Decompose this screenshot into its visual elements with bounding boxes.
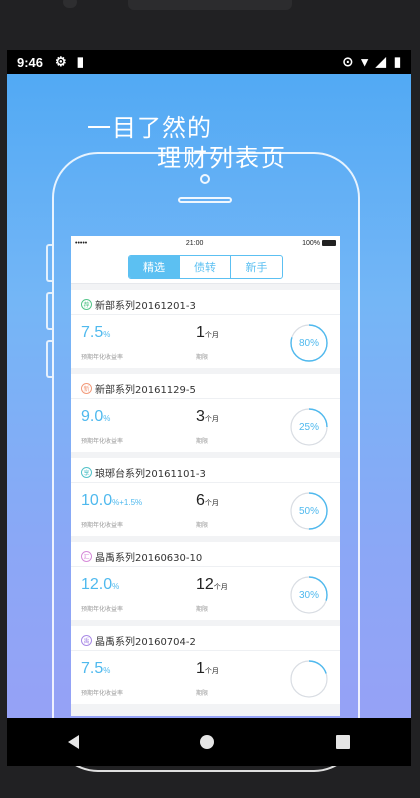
segmented-control: 精选 债转 新手 <box>128 254 283 279</box>
sd-card-icon: ▮ <box>76 54 84 69</box>
rate-unit: % <box>112 582 120 591</box>
term-unit: 个月 <box>204 416 219 423</box>
product-card[interactable]: 荐新部系列20161201-3 7.5% 预期年化收益率 1个月期限 80% <box>71 290 340 368</box>
location-icon: ⊙ <box>342 54 354 69</box>
product-term: 6个月 <box>196 492 219 509</box>
rate-unit: %+1.5% <box>112 498 143 507</box>
product-tag-icon: 新 <box>81 383 92 394</box>
divider <box>71 314 340 315</box>
term-unit: 个月 <box>204 332 219 339</box>
battery-icon <box>321 239 336 246</box>
term-label: 期限 <box>196 606 209 613</box>
product-list: 荐新部系列20161201-3 7.5% 预期年化收益率 1个月 期限 80% 新新部系列2… <box>71 290 340 704</box>
phone-side-button <box>46 244 52 282</box>
product-tag-icon: 荐 <box>81 299 92 310</box>
rate-unit: % <box>103 414 111 423</box>
progress-text: 50% <box>298 505 319 517</box>
rate-unit: % <box>103 666 111 675</box>
back-icon[interactable] <box>67 735 79 749</box>
phone-side-button <box>46 340 52 378</box>
product-title: 汇晶禹系列20160630-10 <box>81 549 202 564</box>
product-name: 琅琊台系列20161101-3 <box>95 469 206 480</box>
phone-side-button <box>46 292 52 330</box>
product-name: 新部系列20161201-3 <box>95 301 196 312</box>
product-rate: 7.5% <box>81 660 111 677</box>
product-title: 荐新部系列20161201-3 <box>81 297 196 312</box>
inner-status-bar: ••••• 21:00 100% <box>71 236 340 250</box>
product-title: 享琅琊台系列20161101-3 <box>81 465 206 480</box>
rate-unit: % <box>103 330 111 339</box>
product-card[interactable]: 享琅琊台系列20161101-3 10.0%+1.5% 预期年化收益率 6个月期限 50… <box>71 458 340 536</box>
product-tag-icon: 享 <box>81 467 92 478</box>
status-bar: 9:46 ⚙ ▮ ⊙ ▾ ◢ ▮ <box>7 50 411 74</box>
signal-icon: ◢ <box>375 54 386 69</box>
product-term: 12个月 <box>196 576 228 593</box>
progress-text: 25% <box>298 421 319 433</box>
product-tag-icon: 禹 <box>81 635 92 646</box>
tab-1[interactable]: 债转 <box>180 255 231 278</box>
product-title: 禹晶禹系列20160704-2 <box>81 633 196 648</box>
divider <box>71 650 340 651</box>
wifi-icon: ▾ <box>361 54 368 69</box>
earpiece <box>128 0 292 10</box>
inner-time: 21:00 <box>185 239 204 247</box>
home-icon[interactable] <box>200 735 215 749</box>
product-term: 1个月 <box>196 324 219 341</box>
product-name: 晶禹系列20160630-10 <box>95 553 203 564</box>
product-tag-icon: 汇 <box>81 551 92 562</box>
rate-label: 预期年化收益率 <box>81 354 124 361</box>
battery-icon: ▮ <box>393 54 401 69</box>
progress-text: 30% <box>298 589 319 601</box>
phone-camera-icon <box>200 174 210 184</box>
progress-text: 80% <box>298 337 319 349</box>
product-rate: 10.0%+1.5% <box>81 492 143 509</box>
divider <box>71 398 340 399</box>
product-term: 3个月 <box>196 408 219 425</box>
rate-label: 预期年化收益率 <box>81 522 124 529</box>
status-time: 9:46 <box>17 54 44 70</box>
term-label: 期限 <box>196 690 209 697</box>
tab-0[interactable]: 精选 <box>129 255 180 278</box>
product-term: 1个月 <box>196 660 219 677</box>
rate-label: 预期年化收益率 <box>81 690 124 697</box>
term-label: 期限 <box>196 354 209 361</box>
android-nav-bar <box>7 718 411 766</box>
phone-speaker-icon <box>178 197 232 203</box>
device-frame: 9:46 ⚙ ▮ ⊙ ▾ ◢ ▮ 一目了然的 理财列表页 ••••• 21:00… <box>0 0 420 798</box>
front-camera <box>63 0 77 8</box>
product-name: 晶禹系列20160704-2 <box>95 637 196 648</box>
inner-app-screen: ••••• 21:00 100% 精选 债转 新手 荐新部系列20161201-3 7… <box>71 236 340 716</box>
divider <box>71 566 340 567</box>
term-unit: 个月 <box>213 584 228 591</box>
rate-label: 预期年化收益率 <box>81 438 124 445</box>
product-title: 新新部系列20161129-5 <box>81 381 196 396</box>
product-rate: 7.5% <box>81 324 111 341</box>
term-label: 期限 <box>196 522 209 529</box>
term-unit: 个月 <box>204 668 219 675</box>
product-name: 新部系列20161129-5 <box>95 385 196 396</box>
progress-text <box>289 659 329 699</box>
product-rate: 12.0% <box>81 576 120 593</box>
divider <box>71 482 340 483</box>
inner-battery: 100% <box>302 240 336 247</box>
tab-bar: 精选 债转 新手 <box>71 250 340 284</box>
tab-2[interactable]: 新手 <box>231 256 282 278</box>
product-card[interactable]: 新新部系列20161129-5 9.0% 预期年化收益率 3个月期限 25% <box>71 374 340 452</box>
term-label: 期限 <box>196 438 209 445</box>
product-rate: 9.0% <box>81 408 111 425</box>
product-card[interactable]: 禹晶禹系列20160704-2 7.5% 预期年化收益率 1个月期限 <box>71 626 340 704</box>
term-unit: 个月 <box>204 500 219 507</box>
recent-apps-icon[interactable] <box>336 735 351 749</box>
product-card[interactable]: 汇晶禹系列20160630-10 12.0% 预期年化收益率 12个月期限 30% <box>71 542 340 620</box>
inner-carrier: ••••• <box>75 239 88 247</box>
settings-gear-icon: ⚙ <box>55 54 67 69</box>
rate-label: 预期年化收益率 <box>81 606 124 613</box>
